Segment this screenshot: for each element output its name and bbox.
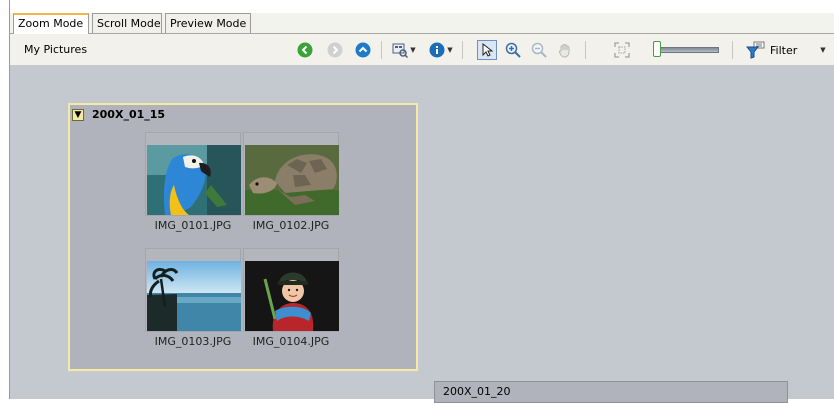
chevron-down-icon: ▼	[447, 46, 453, 54]
thumbnail-frame	[243, 132, 339, 216]
thumbnail-label: IMG_0102.JPG	[252, 219, 330, 232]
select-tool-button[interactable]	[477, 40, 497, 60]
pan-hand-icon	[558, 44, 570, 58]
window-left-edge	[0, 0, 10, 399]
photo-group[interactable]: 200X_01_20	[434, 381, 788, 403]
toolbar-separator	[462, 41, 463, 59]
tab-label: Zoom Mode	[18, 17, 84, 30]
view-icon	[392, 43, 409, 58]
filter-button[interactable]: Filter	[746, 40, 810, 60]
thumbnail-item[interactable]: IMG_0104.JPG	[243, 248, 339, 362]
forward-button[interactable]	[325, 40, 345, 60]
select-icon	[482, 43, 493, 57]
thumbnail-label: IMG_0103.JPG	[154, 335, 232, 348]
thumbnail-label: IMG_0104.JPG	[252, 335, 330, 348]
thumbnail-frame	[243, 248, 339, 332]
location-label: My Pictures	[24, 43, 88, 56]
thumbnail-item[interactable]: IMG_0102.JPG	[243, 132, 339, 246]
filter-dropdown-button[interactable]: ▼	[816, 40, 828, 60]
back-icon	[297, 42, 313, 58]
photo-group[interactable]: ▼ 200X_01_15 IMG_0101.JPG IMG_0102.JPG I…	[68, 103, 418, 371]
zoom-out-icon	[531, 42, 547, 58]
zoom-slider-thumb[interactable]	[653, 41, 661, 57]
filter-icon	[746, 41, 765, 59]
tab-zoom-mode[interactable]: Zoom Mode	[13, 13, 89, 34]
zoom-slider[interactable]	[653, 41, 719, 57]
filter-label: Filter	[770, 43, 798, 57]
tab-label: Preview Mode	[170, 17, 247, 30]
tortoise-photo	[245, 145, 339, 215]
chevron-down-icon: ▼	[410, 46, 416, 54]
toolbar: My Pictures ▼ ▼ Filter ▼	[10, 34, 834, 66]
back-button[interactable]	[295, 40, 315, 60]
info-icon	[429, 42, 445, 58]
tab-label: Scroll Mode	[97, 17, 161, 30]
seascape-photo	[147, 261, 241, 331]
toolbar-separator	[585, 41, 586, 59]
info-button[interactable]: ▼	[426, 40, 456, 60]
tab-scroll-mode[interactable]: Scroll Mode	[92, 13, 162, 33]
thumbnail-item[interactable]: IMG_0103.JPG	[145, 248, 241, 362]
toolbar-separator	[381, 41, 382, 59]
forward-icon	[327, 42, 343, 58]
toolbar-separator	[732, 41, 733, 59]
collapse-arrow-icon[interactable]: ▼	[72, 108, 84, 121]
fit-icon	[614, 42, 630, 58]
group-title: 200X_01_15	[92, 108, 166, 121]
group-title: 200X_01_20	[443, 385, 511, 398]
thumbnail-label: IMG_0101.JPG	[154, 219, 232, 232]
zoom-in-icon	[505, 42, 521, 58]
child-photo	[245, 261, 339, 331]
thumbnail-frame	[145, 248, 241, 332]
up-icon	[355, 42, 371, 58]
thumbnail-canvas[interactable]: ▼ 200X_01_15 IMG_0101.JPG IMG_0102.JPG I…	[10, 66, 834, 403]
up-button[interactable]	[353, 40, 373, 60]
window-top-strip	[10, 0, 834, 14]
zoom-out-button[interactable]	[529, 40, 549, 60]
group-header: ▼ 200X_01_15	[72, 108, 165, 121]
view-button[interactable]: ▼	[388, 40, 420, 60]
tab-preview-mode[interactable]: Preview Mode	[165, 13, 251, 33]
zoom-slider-track	[659, 47, 719, 53]
chevron-down-icon: ▼	[820, 46, 826, 54]
thumbnail-item[interactable]: IMG_0101.JPG	[145, 132, 241, 246]
zoom-in-button[interactable]	[503, 40, 523, 60]
parrot-photo	[147, 145, 241, 215]
fit-button[interactable]	[612, 40, 632, 60]
mode-tabbar: Zoom Mode Scroll Mode Preview Mode	[10, 13, 834, 34]
pan-button[interactable]	[555, 40, 575, 60]
thumbnail-frame	[145, 132, 241, 216]
